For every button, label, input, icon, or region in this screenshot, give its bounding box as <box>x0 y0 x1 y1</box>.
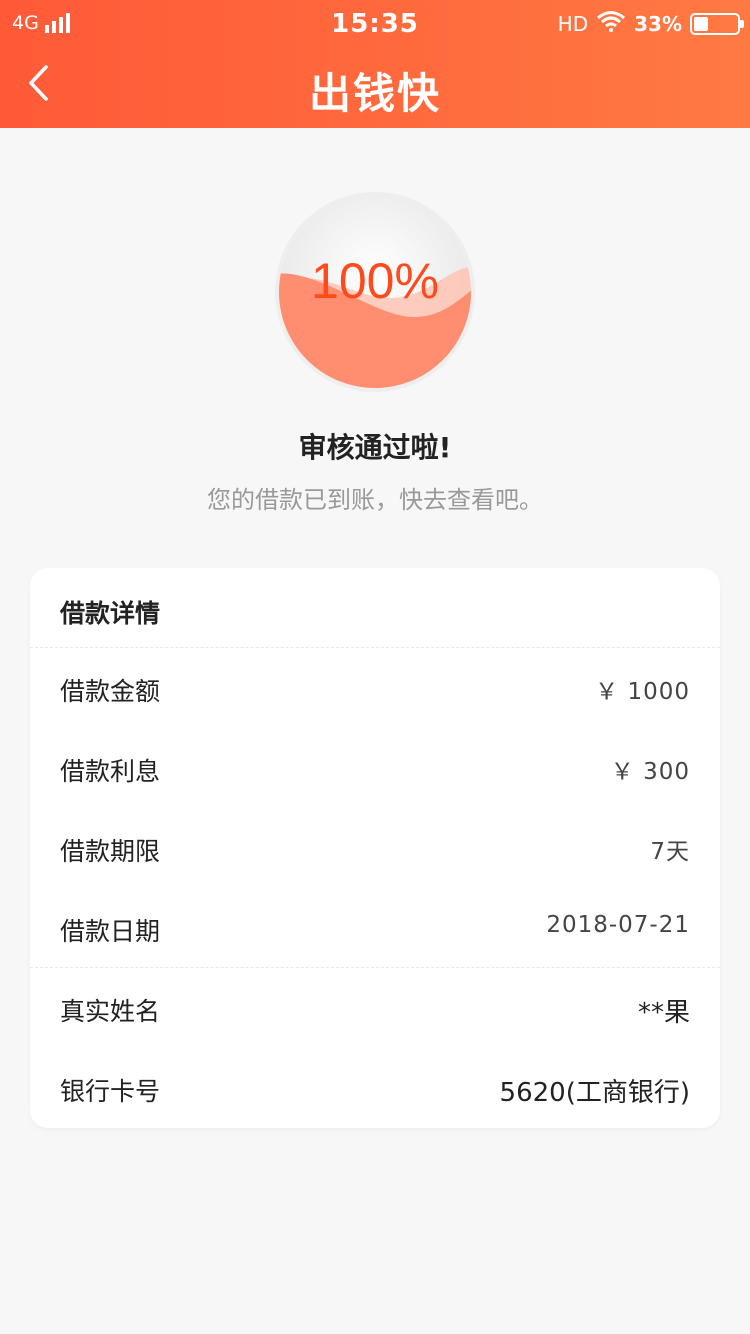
status-right: HD 33% <box>557 10 744 37</box>
battery-percent: 33% <box>634 11 682 36</box>
row-value: ￥ 1000 <box>595 679 690 705</box>
row-label: 真实姓名 <box>60 997 161 1026</box>
row-label: 借款金额 <box>60 677 161 706</box>
row-value: 2018-07-21 <box>546 912 690 938</box>
row-label: 银行卡号 <box>60 1077 161 1106</box>
battery-icon <box>690 12 744 35</box>
row-value: **果 <box>637 998 690 1028</box>
row-label: 借款利息 <box>60 757 161 786</box>
wifi-icon <box>596 10 626 37</box>
progress-ball: 100% <box>273 190 477 394</box>
loan-details-card: 借款详情 借款金额 ￥ 1000 借款利息 ￥ 300 借款期限 7天 借款日期… <box>30 568 720 1128</box>
detail-row-date: 借款日期 2018-07-21 <box>30 888 720 968</box>
status-bar: 4G 15:35 HD 33% <box>0 0 750 50</box>
result-title: 审核通过啦! <box>298 431 452 464</box>
row-label: 借款期限 <box>60 837 161 866</box>
detail-row-bank-card: 银行卡号 5620(工商银行) <box>30 1048 720 1128</box>
detail-row-term: 借款期限 7天 <box>30 808 720 888</box>
progress-percent: 100% <box>311 253 439 309</box>
hd-label: HD <box>557 11 589 36</box>
page-title: 出钱快 <box>308 69 441 118</box>
detail-row-name: 真实姓名 **果 <box>30 968 720 1048</box>
result-subtitle: 您的借款已到账，快去查看吧。 <box>207 486 543 514</box>
row-value: ￥ 300 <box>610 759 690 785</box>
row-label: 借款日期 <box>60 917 161 946</box>
detail-row-interest: 借款利息 ￥ 300 <box>30 728 720 808</box>
row-value: 7天 <box>650 839 690 865</box>
card-title: 借款详情 <box>60 599 161 628</box>
app-header: 4G 15:35 HD 33% 出钱快 <box>0 0 750 128</box>
detail-row-amount: 借款金额 ￥ 1000 <box>30 648 720 728</box>
row-value: 5620(工商银行) <box>499 1078 690 1108</box>
